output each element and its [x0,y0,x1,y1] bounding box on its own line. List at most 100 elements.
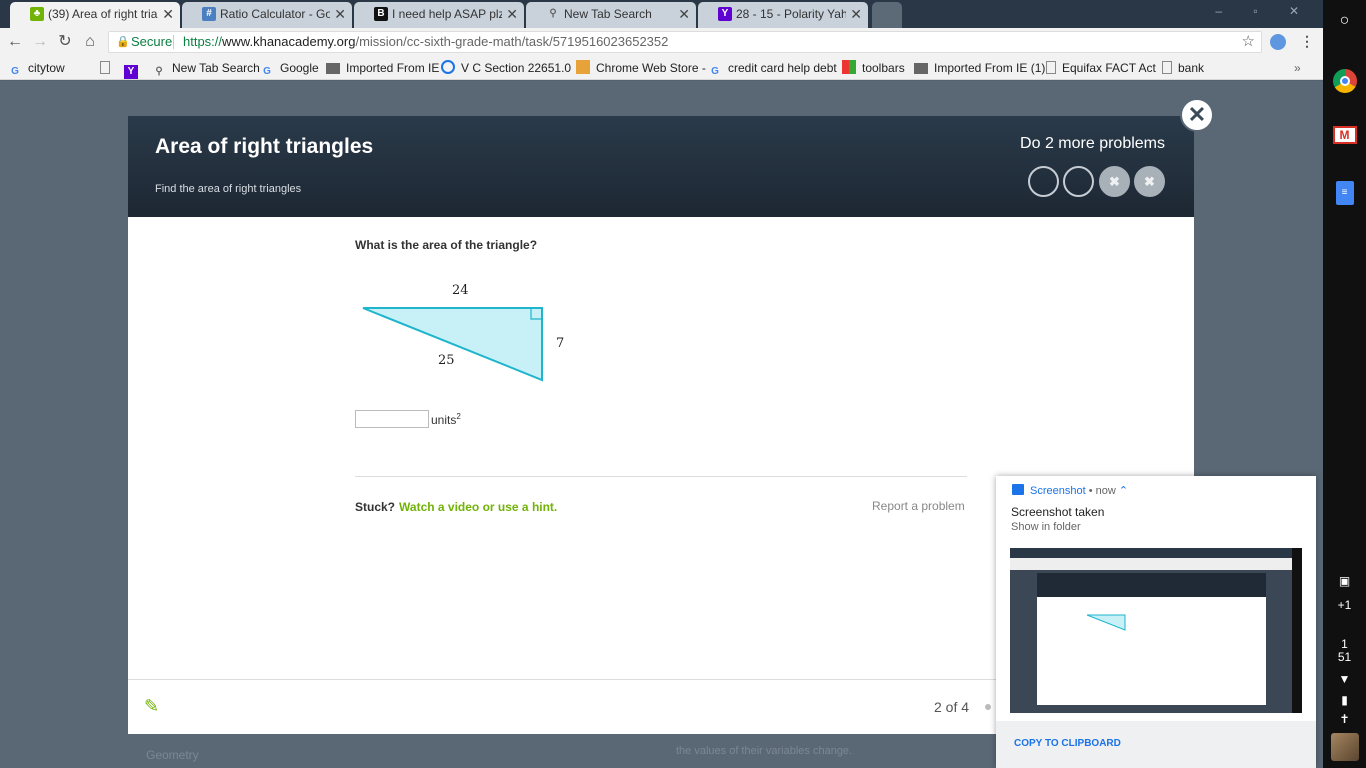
accessibility-icon[interactable]: ✝ [1323,712,1366,726]
bookmark-credit-card[interactable]: Gcredit card help debt [708,60,837,77]
tab-strip: ♣ (39) Area of right triangle ✕ # Ratio … [0,0,1323,28]
clock-icon [441,60,455,74]
launcher-icon[interactable]: ○ [1323,12,1366,30]
toolbar: ← → ↻ ⌂ 🔒 Secure https://www.khanacademy… [0,28,1323,56]
grid-icon [842,60,856,74]
close-exercise-button[interactable]: ✕ [1180,98,1214,132]
tab-title: I need help ASAP plzzzz [392,7,502,21]
address-bar[interactable]: 🔒 Secure https://www.khanacademy.org/mis… [108,31,1262,53]
attempt-wrong-icon: ✖ [1134,166,1165,197]
bookmark-star-icon[interactable]: ☆ [1242,32,1255,52]
bookmark-toolbars[interactable]: toolbars [842,60,905,76]
bookmark-page[interactable] [100,60,116,76]
clock-hour[interactable]: 1 [1323,637,1366,651]
bookmark-bank[interactable]: bank [1162,60,1204,76]
thumb-header [1037,573,1266,597]
thumb-body [1037,597,1266,705]
bookmarks-bar: Gcitytow Y ⚲ New Tab Search G Google Impor… [0,56,1323,80]
yahoo-icon: Y [124,65,138,79]
close-tab-icon[interactable]: ✕ [850,2,862,26]
lock-icon: 🔒 [116,36,130,48]
back-icon[interactable]: ← [5,32,25,52]
wifi-icon[interactable]: ▼ [1323,672,1366,686]
tab-brainly[interactable]: B I need help ASAP plzzzz ✕ [354,2,524,28]
forward-icon[interactable]: → [30,32,50,52]
notification-header[interactable]: Screenshot • now ⌃ [1012,484,1128,497]
answer-input[interactable] [355,410,429,428]
side-label-hypotenuse: 25 [438,353,455,368]
hint-link[interactable]: Watch a video or use a hint. [399,500,557,514]
calculator-icon: # [202,7,216,21]
docs-icon[interactable]: ≡ [1323,181,1366,205]
tab-khan-academy[interactable]: ♣ (39) Area of right triangle ✕ [10,2,180,28]
problems-remaining: Do 2 more problems [1020,135,1165,152]
extension-icon[interactable] [1270,34,1286,50]
tab-title: New Tab Search [564,7,652,21]
menu-icon[interactable]: ⋮ [1300,33,1314,50]
tab-yahoo[interactable]: Y 28 - 15 - Polarity Yahoo ✕ [698,2,868,28]
avatar[interactable] [1323,733,1366,761]
search-icon: ⚲ [155,66,163,77]
secure-label: Secure [131,34,173,49]
screenshot-notification: Screenshot • now ⌃ Screenshot taken Show… [996,476,1316,768]
units-label: units2 [431,412,461,427]
clock-minute[interactable]: 51 [1323,650,1366,664]
folder-icon [914,63,928,74]
close-tab-icon[interactable]: ✕ [506,2,518,26]
exercise-subtitle: Find the area of right triangles [155,183,302,195]
new-tab-button[interactable] [872,2,902,28]
notification-time: • now [1088,485,1116,497]
close-tab-icon[interactable]: ✕ [678,2,690,26]
page-icon [100,61,110,74]
bookmark-chrome-web-store[interactable]: Chrome Web Store - [576,60,706,76]
tab-title: 28 - 15 - Polarity Yahoo [736,7,846,21]
gmail-icon[interactable]: M [1323,126,1366,144]
bookmarks-overflow-chevron-icon[interactable]: » [1294,60,1301,76]
bookmark-imported-from-ie[interactable]: Imported From IE [326,60,439,76]
problem-counter: 2 of 4 [934,699,970,715]
bookmark-yahoo[interactable]: Y [124,60,144,79]
page-icon [1162,61,1172,74]
notification-title: Screenshot taken [1011,505,1105,519]
thumb-triangle [1086,614,1126,631]
close-tab-icon[interactable]: ✕ [162,2,174,26]
bookmark-google[interactable]: G Google [260,60,319,77]
bookmark-equifax[interactable]: Equifax FACT Act [1046,60,1156,76]
show-in-folder-link[interactable]: Show in folder [1011,521,1081,533]
report-problem-link[interactable]: Report a problem [872,499,965,513]
question-text: What is the area of the triangle? [355,238,538,252]
chevron-up-icon[interactable]: ⌃ [1119,485,1128,497]
window-controls[interactable]: ‒ ▫ ✕ [1215,4,1313,18]
image-icon [1012,484,1024,495]
notification-footer: COPY TO CLIPBOARD [996,721,1316,768]
browser-window: ♣ (39) Area of right triangle ✕ # Ratio … [0,0,1323,768]
page-icon [1046,61,1056,74]
screenshot-thumbnail[interactable] [1010,548,1302,713]
battery-icon[interactable]: ▮ [1323,693,1366,707]
bookmark-citytow[interactable]: Gcitytow [8,60,65,77]
exercise-header: Area of right triangles Find the area of… [128,116,1194,217]
attempt-empty-icon [1028,166,1059,197]
attempt-wrong-icon: ✖ [1099,166,1130,197]
bookmark-imported-from-ie-1[interactable]: Imported From IE (1) [914,60,1045,76]
close-tab-icon[interactable]: ✕ [334,2,346,26]
notification-count[interactable]: +1 [1323,598,1366,612]
system-shelf: ○ M ≡ ▣ +1 1 51 ▼ ▮ ✝ [1323,0,1366,768]
stuck-label: Stuck? [355,500,396,514]
home-icon[interactable]: ⌂ [80,32,100,52]
search-icon: ⚲ [549,8,557,19]
yahoo-icon: Y [718,7,732,21]
copy-to-clipboard-button[interactable]: COPY TO CLIPBOARD [1014,738,1121,749]
tab-title: (39) Area of right triangle [48,7,158,21]
reload-icon[interactable]: ↻ [55,32,75,52]
image-icon[interactable]: ▣ [1323,574,1366,588]
scratchpad-pencil-icon[interactable]: ✎ [144,696,159,717]
bookmark-new-tab-search[interactable]: ⚲ New Tab Search [152,60,260,77]
side-label-top: 24 [452,283,469,298]
tab-new-tab-search[interactable]: ⚲ New Tab Search ✕ [526,2,696,28]
chrome-icon[interactable] [1323,68,1366,94]
notification-app: Screenshot [1030,485,1086,497]
tab-ratio-calculator[interactable]: # Ratio Calculator - Good ✕ [182,2,352,28]
bookmark-vc-section[interactable]: V C Section 22651.0 [441,60,571,76]
background-text-right: the values of their variables change. [676,745,853,757]
